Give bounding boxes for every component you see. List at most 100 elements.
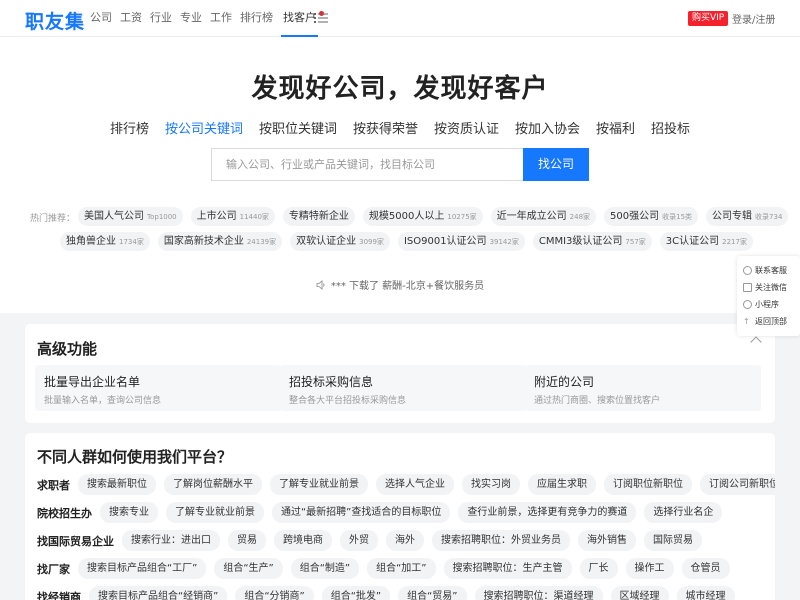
advanced-features-card: 高级功能 批量导出企业名单 批量输入名单，查询公司信息 招投标采购信息 整合各大… bbox=[25, 324, 775, 423]
usage-tag[interactable]: 海外销售 bbox=[578, 530, 636, 551]
side-contact-service[interactable]: 联系客服 bbox=[737, 262, 800, 279]
side-mini-program[interactable]: 小程序 bbox=[737, 296, 800, 313]
usage-tag[interactable]: 搜索招聘职位：生产主管 bbox=[443, 558, 572, 579]
tab-ranking[interactable]: 排行榜 bbox=[110, 118, 149, 137]
site-logo[interactable]: 职友集 bbox=[25, 7, 85, 34]
hot-tag[interactable]: 500强公司 收录15类 bbox=[604, 207, 699, 226]
menu-list-icon[interactable] bbox=[314, 11, 328, 25]
usage-tag[interactable]: 组合“生产” bbox=[214, 558, 283, 579]
hot-tag[interactable]: 专精特新企业 bbox=[282, 207, 355, 226]
nav-salary[interactable]: 工资 bbox=[120, 0, 142, 37]
tab-certification[interactable]: 按资质认证 bbox=[434, 118, 499, 137]
hot-tag-name: 美国人气公司 bbox=[84, 211, 144, 222]
usage-tag[interactable]: 城市经理 bbox=[676, 586, 735, 600]
search-button[interactable]: 找公司 bbox=[523, 148, 589, 181]
feature-bidding-info[interactable]: 招投标采购信息 整合各大平台招投标采购信息 bbox=[280, 365, 526, 411]
usage-tag[interactable]: 操作工 bbox=[625, 558, 674, 579]
usage-row-label: 找国际贸易企业 bbox=[37, 534, 114, 548]
login-register-link[interactable]: 登录/注册 bbox=[732, 11, 775, 26]
feature-desc: 批量输入名单，查询公司信息 bbox=[44, 396, 162, 406]
usage-tag[interactable]: 组合“分销商” bbox=[235, 586, 314, 600]
usage-tag[interactable]: 组合“加工” bbox=[367, 558, 436, 579]
usage-tag[interactable]: 搜索行业：进出口 bbox=[122, 530, 220, 551]
feature-nearby-company[interactable]: 附近的公司 通过热门商圈、搜索位置找客户 bbox=[525, 365, 761, 411]
usage-tag[interactable]: 国际贸易 bbox=[644, 530, 702, 551]
usage-tag[interactable]: 组合“制造” bbox=[290, 558, 360, 579]
hot-tag[interactable]: 双软认证企业 3099家 bbox=[290, 232, 390, 251]
buy-vip-button[interactable]: 购买VIP bbox=[688, 11, 729, 26]
usage-tag[interactable]: 跨境电商 bbox=[274, 530, 332, 551]
side-mini-label: 小程序 bbox=[755, 300, 779, 309]
collapse-chevron-icon[interactable] bbox=[750, 336, 762, 348]
usage-tag[interactable]: 组合“批发” bbox=[321, 586, 391, 600]
tab-bidding[interactable]: 招投标 bbox=[651, 118, 690, 137]
feature-title: 批量导出企业名单 bbox=[44, 375, 141, 389]
usage-tag[interactable]: 了解专业就业前景 bbox=[270, 474, 368, 495]
hot-tag[interactable]: 美国人气公司 Top1000 bbox=[78, 207, 183, 226]
usage-tag[interactable]: 海外 bbox=[386, 530, 424, 551]
usage-tag[interactable]: 查行业前景，选择更有竞争力的赛道 bbox=[458, 502, 637, 523]
hot-tag-name: CMMI3级认证公司 bbox=[538, 236, 623, 247]
hot-tag-count: 收录15类 bbox=[662, 213, 693, 221]
usage-tag[interactable]: 选择人气企业 bbox=[376, 474, 454, 495]
tab-association[interactable]: 按加入协会 bbox=[515, 118, 580, 137]
hot-tag[interactable]: 独角兽企业 1734家 bbox=[60, 232, 150, 251]
nav-find-customer-label: 找客户 bbox=[283, 11, 316, 24]
usage-tag[interactable]: 搜索招聘职位：渠道经理 bbox=[474, 586, 603, 600]
side-wechat-label: 关注微信 bbox=[755, 283, 787, 292]
hot-tag[interactable]: ISO9001认证公司 39142家 bbox=[397, 232, 525, 251]
side-follow-wechat[interactable]: 关注微信 bbox=[737, 279, 800, 296]
usage-tag[interactable]: 仓管员 bbox=[681, 558, 730, 579]
usage-tag[interactable]: 了解岗位薪酬水平 bbox=[164, 474, 262, 495]
speaker-icon bbox=[316, 280, 325, 290]
usage-tag[interactable]: 了解专业就业前景 bbox=[166, 502, 264, 523]
hot-tag-name: 国家高新技术企业 bbox=[163, 236, 244, 247]
usage-tag[interactable]: 找实习岗 bbox=[462, 474, 520, 495]
usage-tag[interactable]: 订阅公司新职位 bbox=[700, 474, 775, 495]
nav-major[interactable]: 专业 bbox=[180, 0, 202, 37]
usage-row-label: 找经销商 bbox=[37, 590, 81, 600]
usage-tag[interactable]: 选择行业名企 bbox=[644, 502, 723, 523]
hot-tag[interactable]: 上市公司 11440家 bbox=[190, 207, 275, 226]
side-back-to-top[interactable]: ↑ 返回顶部 bbox=[737, 313, 800, 330]
hot-recommend-label: 热门推荐： bbox=[30, 214, 76, 224]
usage-row-job-seeker: 求职者 搜索最新职位 了解岗位薪酬水平 了解专业就业前景 选择人气企业 找实习岗 应届生求职… bbox=[37, 474, 775, 495]
usage-row-factory: 找厂家 搜索目标产品组合“工厂” 组合“生产” 组合“制造” 组合“加工” 搜索招聘职位：… bbox=[37, 558, 738, 579]
nav-industry[interactable]: 行业 bbox=[150, 0, 172, 37]
usage-tag[interactable]: 搜索目标产品组合“工厂” bbox=[78, 558, 207, 579]
usage-tag[interactable]: 厂长 bbox=[579, 558, 618, 579]
nav-company[interactable]: 公司 bbox=[90, 0, 112, 37]
hot-tag[interactable]: 公司专辑 收录734 bbox=[706, 207, 789, 226]
hot-tag[interactable]: CMMI3级认证公司 757家 bbox=[532, 232, 652, 251]
usage-tag[interactable]: 搜索目标产品组合“经销商” bbox=[89, 586, 228, 600]
usage-tag[interactable]: 贸易 bbox=[228, 530, 266, 551]
tab-job-keyword[interactable]: 按职位关键词 bbox=[259, 118, 337, 137]
hot-tag[interactable]: 3C认证公司 2217家 bbox=[659, 232, 753, 251]
usage-tag[interactable]: 组合“贸易” bbox=[398, 586, 467, 600]
hot-tag-name: 500强公司 bbox=[610, 211, 660, 222]
nav-ranking[interactable]: 排行榜 bbox=[240, 0, 273, 37]
tab-company-keyword[interactable]: 按公司关键词 bbox=[165, 118, 243, 137]
hot-tag-name: 公司专辑 bbox=[712, 211, 753, 222]
usage-row-trade: 找国际贸易企业 搜索行业：进出口 贸易 跨境电商 外贸 海外 搜索招聘职位：外贸业务员 海外销… bbox=[37, 530, 710, 551]
usage-tag[interactable]: 外贸 bbox=[340, 530, 378, 551]
nav-job[interactable]: 工作 bbox=[210, 0, 232, 37]
usage-tag[interactable]: 搜索专业 bbox=[100, 502, 158, 523]
usage-tag[interactable]: 搜索最新职位 bbox=[78, 474, 156, 495]
hot-tag-count: 39142家 bbox=[489, 238, 519, 246]
tab-benefits[interactable]: 按福利 bbox=[596, 118, 635, 137]
nav-find-customer[interactable]: 找客户 bbox=[281, 0, 324, 37]
hot-tag-name: 规模5000人以上 bbox=[368, 211, 445, 222]
hot-tag[interactable]: 近一年成立公司 248家 bbox=[490, 207, 597, 226]
hot-tag-count: 10275家 bbox=[447, 213, 477, 221]
usage-tag[interactable]: 通过“最新招聘”查找适合的目标职位 bbox=[272, 502, 451, 523]
usage-tag[interactable]: 订阅职位新职位 bbox=[604, 474, 692, 495]
feature-bulk-export[interactable]: 批量导出企业名单 批量输入名单，查询公司信息 bbox=[35, 365, 281, 411]
usage-tag[interactable]: 应届生求职 bbox=[528, 474, 596, 495]
hot-tag[interactable]: 国家高新技术企业 24139家 bbox=[157, 232, 283, 251]
usage-tag[interactable]: 区域经理 bbox=[610, 586, 669, 600]
usage-tag[interactable]: 搜索招聘职位：外贸业务员 bbox=[432, 530, 570, 551]
hot-tag[interactable]: 规模5000人以上 10275家 bbox=[362, 207, 483, 226]
search-input[interactable]: 输入公司、行业或产品关键词，找目标公司 bbox=[211, 148, 523, 181]
tab-honor[interactable]: 按获得荣誉 bbox=[353, 118, 418, 137]
